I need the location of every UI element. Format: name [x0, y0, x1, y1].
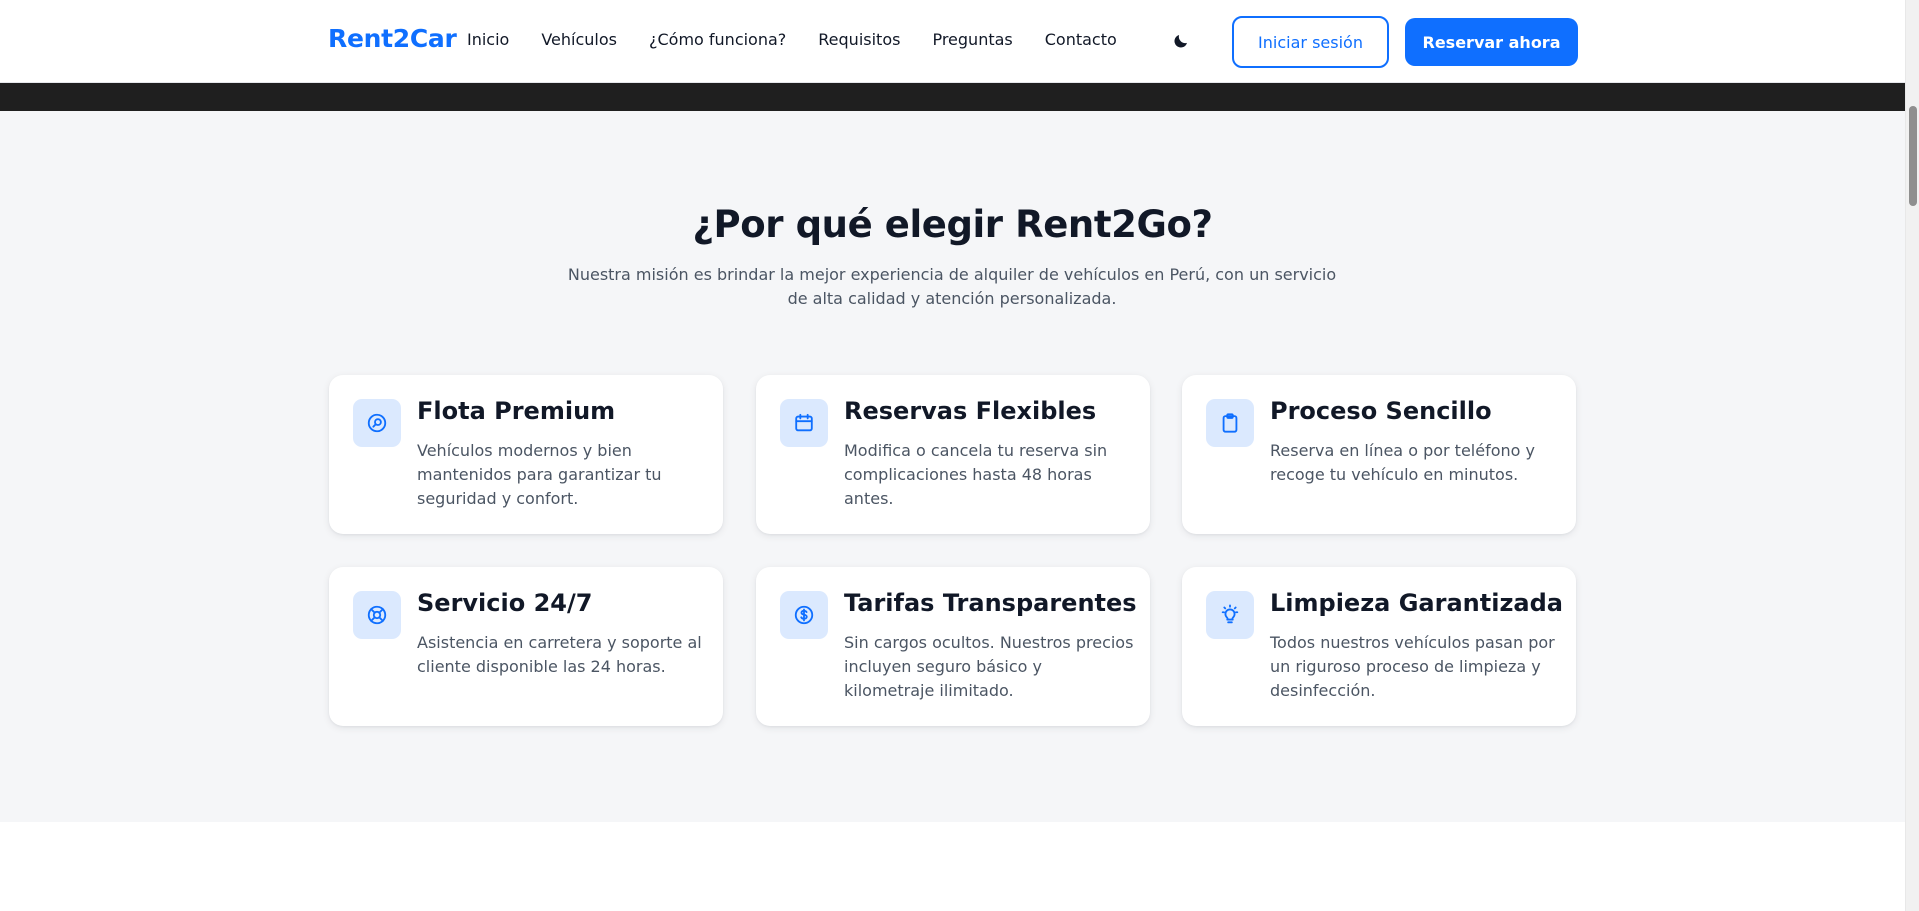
next-section: [0, 822, 1905, 911]
feature-card-servicio: Servicio 24/7 Asistencia en carretera y …: [329, 567, 723, 726]
lightbulb-icon: [1206, 591, 1254, 639]
feature-description: Vehículos modernos y bien mantenidos par…: [417, 441, 662, 508]
feature-card-proceso: Proceso Sencillo Reserva en línea o por …: [1182, 375, 1576, 534]
feature-card-limpieza: Limpieza Garantizada Todos nuestros vehí…: [1182, 567, 1576, 726]
feature-description: Modifica o cancela tu reserva sin compli…: [844, 441, 1108, 508]
section-subtitle: Nuestra misión es brindar la mejor exper…: [567, 265, 1337, 308]
feature-title: Reservas Flexibles: [844, 397, 1097, 425]
feature-card-tarifas: Tarifas Transparentes Sin cargos ocultos…: [756, 567, 1150, 726]
hero-image-strip: [0, 83, 1905, 111]
navbar: Rent2Car Inicio Vehículos ¿Cómo funciona…: [0, 0, 1905, 83]
dollar-icon: [780, 591, 828, 639]
lifebuoy-icon: [353, 591, 401, 639]
feature-description: Todos nuestros vehículos pasan por un ri…: [1270, 633, 1555, 700]
reserve-now-button[interactable]: Reservar ahora: [1405, 18, 1578, 66]
nav-links: Inicio Vehículos ¿Cómo funciona? Requisi…: [467, 30, 1117, 49]
feature-title: Limpieza Garantizada: [1270, 589, 1563, 617]
nav-link-vehiculos[interactable]: Vehículos: [541, 30, 617, 49]
page: Rent2Car Inicio Vehículos ¿Cómo funciona…: [0, 0, 1919, 911]
calendar-icon: [780, 399, 828, 447]
feature-title: Proceso Sencillo: [1270, 397, 1492, 425]
nav-link-como-funciona[interactable]: ¿Cómo funciona?: [649, 30, 786, 49]
feature-description: Sin cargos ocultos. Nuestros precios inc…: [844, 633, 1134, 700]
scrollbar-thumb[interactable]: [1909, 106, 1917, 206]
section-title: ¿Por qué elegir Rent2Go?: [692, 203, 1213, 246]
brand-logo[interactable]: Rent2Car: [328, 24, 457, 53]
nav-link-contacto[interactable]: Contacto: [1045, 30, 1117, 49]
feature-title: Servicio 24/7: [417, 589, 593, 617]
search-icon: [353, 399, 401, 447]
nav-link-preguntas[interactable]: Preguntas: [932, 30, 1012, 49]
features-section: ¿Por qué elegir Rent2Go? Nuestra misión …: [0, 111, 1905, 822]
nav-link-inicio[interactable]: Inicio: [467, 30, 509, 49]
feature-card-reservas: Reservas Flexibles Modifica o cancela tu…: [756, 375, 1150, 534]
feature-description: Reserva en línea o por teléfono y recoge…: [1270, 441, 1535, 484]
feature-title: Flota Premium: [417, 397, 616, 425]
login-button[interactable]: Iniciar sesión: [1232, 16, 1389, 68]
feature-title: Tarifas Transparentes: [844, 589, 1137, 617]
feature-card-flota: Flota Premium Vehículos modernos y bien …: [329, 375, 723, 534]
nav-link-requisitos[interactable]: Requisitos: [818, 30, 900, 49]
feature-description: Asistencia en carretera y soporte al cli…: [417, 633, 702, 676]
clipboard-icon: [1206, 399, 1254, 447]
moon-icon[interactable]: [1168, 28, 1194, 54]
page-scrollbar[interactable]: [1905, 0, 1919, 911]
